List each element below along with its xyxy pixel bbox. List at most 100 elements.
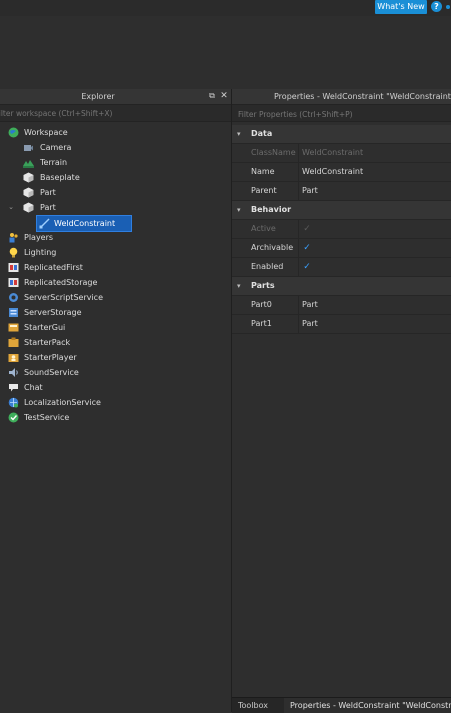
server-storage-icon [8, 307, 19, 318]
help-icon[interactable]: ? [431, 1, 442, 12]
tree-item-part-expanded[interactable]: ⌄ Part [0, 200, 231, 215]
tree-item-label: TestService [24, 413, 70, 422]
notification-dot-icon [446, 5, 450, 9]
tree-item-testservice[interactable]: TestService [0, 410, 231, 425]
tree-item-localizationservice[interactable]: LocalizationService [0, 395, 231, 410]
tree-item-lighting[interactable]: Lighting [0, 245, 231, 260]
property-row-classname: ClassName WeldConstraint [232, 144, 451, 163]
part-cube-icon [23, 172, 34, 183]
players-icon [8, 232, 19, 243]
property-row-name[interactable]: Name WeldConstraint [232, 163, 451, 182]
property-value[interactable]: WeldConstraint [302, 163, 363, 181]
chevron-down-icon[interactable]: ⌄ [7, 200, 15, 215]
properties-header: Properties - WeldConstraint "WeldConstra… [232, 89, 451, 105]
explorer-header: Explorer ⧉ ✕ [0, 89, 231, 105]
property-row-enabled[interactable]: Enabled ✓ [232, 258, 451, 277]
viewport-area [0, 16, 451, 89]
property-name: Part0 [251, 300, 272, 309]
explorer-filter-input[interactable] [0, 105, 228, 121]
replicated-first-icon [8, 262, 19, 273]
tree-item-label: Chat [24, 383, 43, 392]
tree-item-label: StarterPlayer [24, 353, 77, 362]
tree-item-label: StarterPack [24, 338, 71, 347]
column-divider [298, 163, 299, 181]
part-cube-icon [23, 187, 34, 198]
explorer-filter [0, 105, 231, 122]
column-divider [298, 144, 299, 162]
tree-item-terrain[interactable]: Terrain [0, 155, 231, 170]
tree-item-startergui[interactable]: StarterGui [0, 320, 231, 335]
tree-item-part[interactable]: Part [0, 185, 231, 200]
property-value[interactable]: Part [302, 315, 318, 333]
column-divider [298, 315, 299, 333]
column-divider [298, 239, 299, 257]
tree-item-label: LocalizationService [24, 398, 101, 407]
column-divider [298, 220, 299, 238]
property-name: Archivable [251, 243, 294, 252]
tree-item-replicatedstorage[interactable]: ReplicatedStorage [0, 275, 231, 290]
tab-toolbox[interactable]: Toolbox [238, 698, 268, 713]
property-name: Enabled [251, 262, 284, 271]
workspace-globe-icon [8, 127, 19, 138]
tree-item-starterplayer[interactable]: StarterPlayer [0, 350, 231, 365]
lighting-bulb-icon [8, 247, 19, 258]
starter-pack-icon [8, 337, 19, 348]
property-row-archivable[interactable]: Archivable ✓ [232, 239, 451, 258]
property-value: WeldConstraint [302, 148, 364, 157]
explorer-title: Explorer [81, 92, 115, 101]
server-script-service-icon [8, 292, 19, 303]
close-icon[interactable]: ✕ [219, 91, 229, 101]
enabled-checkbox[interactable]: ✓ [302, 262, 312, 272]
explorer-panel: Explorer ⧉ ✕ Workspace Camera Terrain Ba… [0, 89, 232, 712]
tree-item-label: Players [24, 233, 54, 242]
tree-item-serverstorage[interactable]: ServerStorage [0, 305, 231, 320]
property-row-part1[interactable]: Part1 Part [232, 315, 451, 334]
tree-item-label: Part [40, 188, 56, 197]
property-name: Name [251, 167, 275, 176]
category-parts[interactable]: ▾ Parts [232, 277, 451, 296]
property-row-active: Active ✓ [232, 220, 451, 239]
category-behavior[interactable]: ▾ Behavior [232, 201, 451, 220]
properties-title: Properties - WeldConstraint "WeldConstra… [274, 92, 451, 101]
starter-player-icon [8, 352, 19, 363]
sound-service-icon [8, 367, 19, 378]
property-row-parent[interactable]: Parent Part [232, 182, 451, 201]
tree-item-soundservice[interactable]: SoundService [0, 365, 231, 380]
property-name: Parent [251, 186, 277, 195]
starter-gui-icon [8, 322, 19, 333]
category-label: Parts [251, 281, 275, 290]
column-divider [298, 182, 299, 200]
tree-item-label: ReplicatedFirst [24, 263, 83, 272]
tree-item-label: Camera [40, 143, 72, 152]
tree-item-camera[interactable]: Camera [0, 140, 231, 155]
tree-item-label: StarterGui [24, 323, 66, 332]
chevron-down-icon: ▾ [237, 282, 241, 290]
property-value[interactable]: Part [302, 182, 318, 200]
properties-filter-input[interactable] [236, 105, 451, 123]
tree-item-workspace[interactable]: Workspace [0, 125, 231, 140]
whats-new-button[interactable]: What's New [375, 0, 427, 14]
tree-item-starterpack[interactable]: StarterPack [0, 335, 231, 350]
properties-filter [232, 105, 451, 123]
category-label: Data [251, 129, 273, 138]
tree-item-chat[interactable]: Chat [0, 380, 231, 395]
property-name: ClassName [251, 148, 296, 157]
tree-item-label: ServerStorage [24, 308, 82, 317]
property-value[interactable]: Part [302, 296, 318, 314]
dock-icon[interactable]: ⧉ [207, 91, 217, 101]
tree-item-players[interactable]: Players [0, 230, 231, 245]
property-row-part0[interactable]: Part0 Part [232, 296, 451, 315]
tree-item-replicatedfirst[interactable]: ReplicatedFirst [0, 260, 231, 275]
chat-icon [8, 382, 19, 393]
tree-item-baseplate[interactable]: Baseplate [0, 170, 231, 185]
tab-properties[interactable]: Properties - WeldConstraint "WeldConstra… [284, 698, 451, 713]
terrain-icon [23, 157, 34, 168]
category-data[interactable]: ▾ Data [232, 125, 451, 144]
tree-item-label: Part [40, 203, 56, 212]
camera-icon [23, 142, 34, 153]
tree-item-serverscriptservice[interactable]: ServerScriptService [0, 290, 231, 305]
property-name: Part1 [251, 319, 272, 328]
tree-item-label: Lighting [24, 248, 57, 257]
archivable-checkbox[interactable]: ✓ [302, 243, 312, 253]
property-name: Active [251, 224, 276, 233]
